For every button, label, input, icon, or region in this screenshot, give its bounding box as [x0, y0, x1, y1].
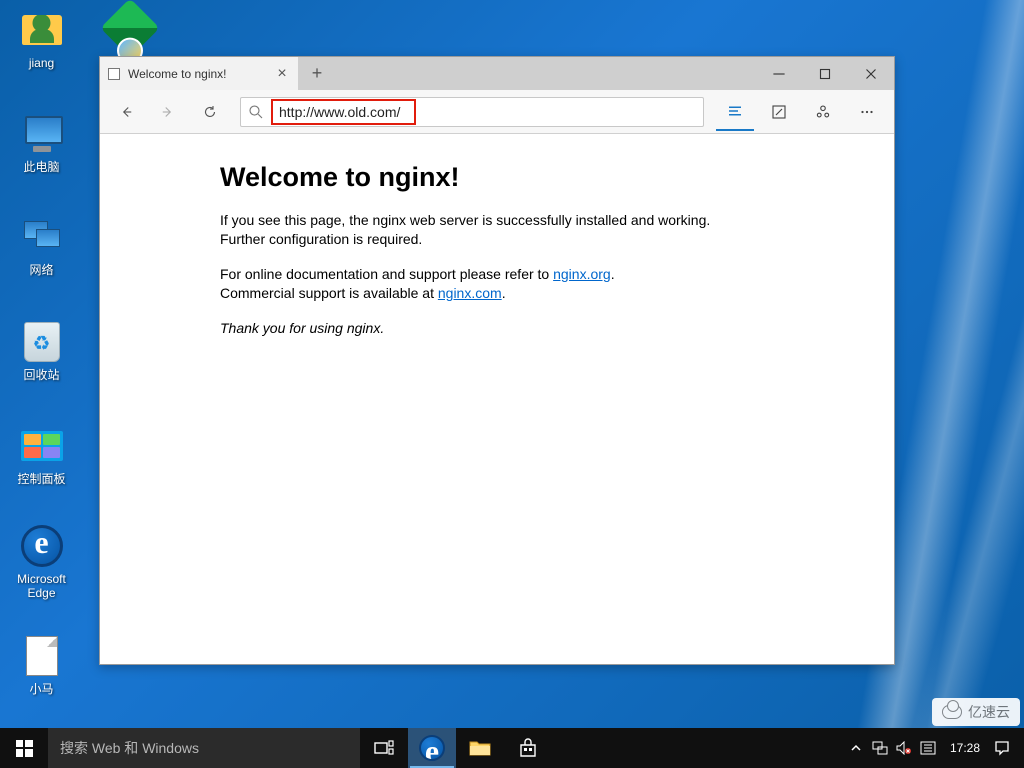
desktop-icon-network[interactable]: 网络 [4, 215, 79, 277]
taskbar: 搜索 Web 和 Windows 17:28 [0, 728, 1024, 768]
action-center-button[interactable] [990, 728, 1014, 768]
task-view-button[interactable] [360, 728, 408, 768]
link-nginx-com[interactable]: nginx.com [438, 285, 502, 301]
file-icon [26, 636, 58, 676]
page-favicon-icon [108, 68, 120, 80]
page-paragraph-1: If you see this page, the nginx web serv… [220, 211, 750, 249]
taskbar-clock[interactable]: 17:28 [940, 741, 990, 755]
tray-ime[interactable] [916, 728, 940, 768]
browser-toolbar: http://www.old.com/ [100, 90, 894, 134]
link-nginx-org[interactable]: nginx.org [553, 266, 611, 282]
start-button[interactable] [0, 728, 48, 768]
edge-browser-window: Welcome to nginx! × + http:/ [99, 56, 895, 665]
windows-logo-icon [16, 740, 33, 757]
desktop-icon-label: 此电脑 [4, 160, 79, 174]
watermark-text: 亿速云 [968, 702, 1010, 722]
page-paragraph-2: For online documentation and support ple… [220, 265, 750, 303]
reading-icon [726, 102, 744, 120]
desktop-icon-control-panel[interactable]: 控制面板 [4, 424, 79, 486]
search-placeholder: 搜索 Web 和 Windows [60, 738, 199, 758]
reading-view-button[interactable] [716, 93, 754, 131]
desktop-icon-label: 小马 [4, 682, 79, 696]
refresh-icon [201, 103, 219, 121]
recycle-bin-icon [24, 322, 60, 362]
forms-shield-icon [100, 0, 159, 58]
page-paragraph-thanks: Thank you for using nginx. [220, 319, 750, 338]
chevron-up-icon [850, 742, 862, 754]
page-content: Welcome to nginx! If you see this page, … [100, 134, 894, 664]
desktop-icon-label: jiang [4, 56, 79, 70]
taskbar-app-edge[interactable] [408, 728, 456, 768]
more-button[interactable] [848, 93, 886, 131]
share-button[interactable] [804, 93, 842, 131]
desktop-icon-recycle-bin[interactable]: 回收站 [4, 320, 79, 382]
window-maximize-button[interactable] [802, 57, 848, 90]
desktop-icon-user-folder[interactable]: jiang [4, 8, 79, 70]
desktop-icon-edge[interactable]: Microsoft Edge [4, 524, 79, 601]
tray-network[interactable] [868, 728, 892, 768]
refresh-button[interactable] [192, 94, 228, 130]
desktop-icon-label: 回收站 [4, 368, 79, 382]
desktop-icon-label: Microsoft Edge [4, 572, 79, 601]
url-text: http://www.old.com/ [271, 99, 416, 125]
edge-icon [419, 735, 445, 761]
tray-volume[interactable] [892, 728, 916, 768]
task-view-icon [374, 740, 394, 756]
address-search-icon [241, 103, 271, 121]
desktop-icon-label: 控制面板 [4, 472, 79, 486]
web-note-button[interactable] [760, 93, 798, 131]
tab-strip: Welcome to nginx! × + [100, 57, 894, 90]
user-folder-icon [22, 15, 62, 45]
ime-icon [920, 741, 936, 755]
desktop-icon-label: 网络 [4, 263, 79, 277]
edge-icon [21, 525, 63, 567]
desktop-icon-file[interactable]: 小马 [4, 634, 79, 696]
tab-title: Welcome to nginx! [128, 67, 260, 81]
taskbar-app-store[interactable] [504, 728, 552, 768]
volume-icon [896, 741, 912, 755]
folder-icon [469, 739, 491, 757]
forward-button[interactable] [150, 94, 186, 130]
taskbar-search[interactable]: 搜索 Web 和 Windows [48, 728, 360, 768]
store-icon [518, 738, 538, 758]
arrow-left-icon [117, 103, 135, 121]
note-icon [770, 103, 788, 121]
address-bar[interactable]: http://www.old.com/ [240, 97, 704, 127]
window-close-button[interactable] [848, 57, 894, 90]
computer-icon [21, 116, 63, 152]
arrow-right-icon [159, 103, 177, 121]
more-icon [858, 103, 876, 121]
network-icon [21, 219, 63, 255]
close-icon [862, 65, 880, 83]
tray-chevron-up[interactable] [844, 728, 868, 768]
taskbar-app-explorer[interactable] [456, 728, 504, 768]
desktop-icon-this-pc[interactable]: 此电脑 [4, 112, 79, 174]
system-tray: 17:28 [840, 728, 1024, 768]
cloud-icon [942, 705, 962, 719]
desktop-icon-forms-installer[interactable] [92, 6, 167, 54]
window-minimize-button[interactable] [756, 57, 802, 90]
browser-tab[interactable]: Welcome to nginx! × [100, 57, 299, 90]
minimize-icon [770, 65, 788, 83]
share-icon [814, 103, 832, 121]
watermark: 亿速云 [932, 698, 1020, 726]
page-heading: Welcome to nginx! [220, 162, 866, 193]
network-tray-icon [872, 741, 888, 755]
maximize-icon [816, 65, 834, 83]
tab-close-button[interactable]: × [268, 65, 296, 83]
notification-icon [994, 740, 1010, 756]
new-tab-button[interactable]: + [299, 57, 335, 90]
control-panel-icon [21, 431, 63, 461]
search-icon [247, 103, 265, 121]
back-button[interactable] [108, 94, 144, 130]
address-box[interactable]: http://www.old.com/ [271, 99, 703, 125]
